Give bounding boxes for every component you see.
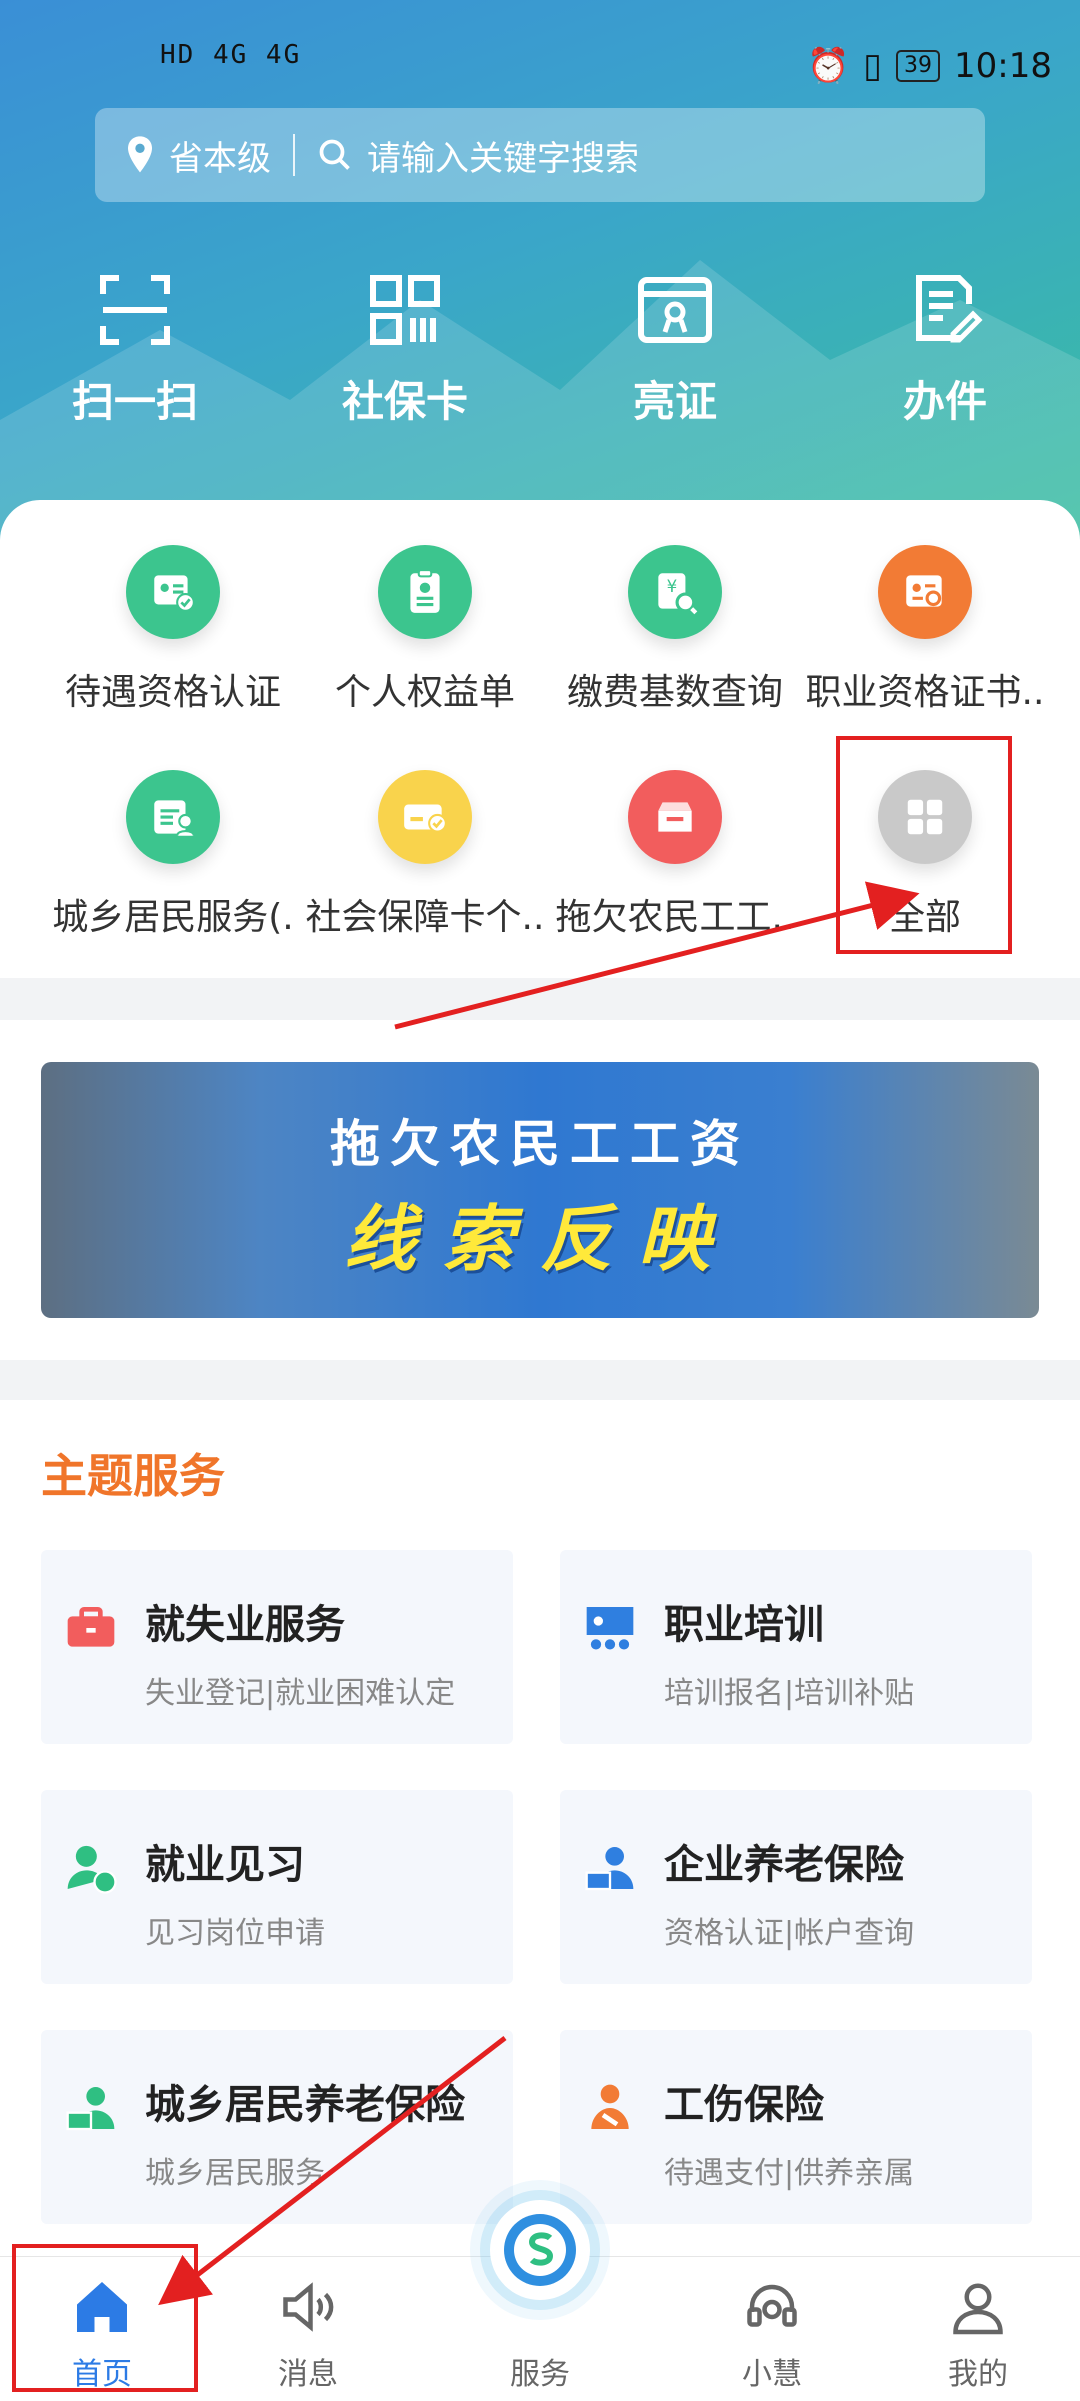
tile-title: 企业养老保险	[664, 1842, 904, 1888]
tab-assistant[interactable]: 小慧	[682, 2257, 862, 2401]
injured-worker-icon	[591, 2084, 629, 2129]
qr-card-icon	[370, 275, 440, 345]
quick-action-label: 亮证	[632, 377, 717, 426]
service-label: 职业资格证书..	[805, 672, 1045, 713]
topic-tile-work-injury[interactable]: 工伤保险 待遇支付|供养亲属	[560, 2030, 1032, 2224]
quick-action-label: 扫一扫	[71, 377, 198, 426]
tile-title: 就业见习	[145, 1842, 305, 1888]
service-label: 缴费基数查询	[566, 672, 783, 713]
tile-title: 工伤保险	[664, 2082, 824, 2128]
tile-title: 职业培训	[664, 1602, 824, 1648]
resident-worker-icon	[66, 2087, 115, 2131]
bill-search-icon: ¥	[628, 545, 722, 639]
alarm-icon: ⏰	[806, 46, 850, 86]
vibrate-icon: ▯	[863, 46, 883, 86]
location-pin-icon	[128, 136, 152, 173]
inbox-report-icon	[628, 770, 722, 864]
search-divider	[293, 134, 295, 176]
tab-label: 小慧	[742, 2357, 802, 2392]
tile-subtitle: 见习岗位申请	[145, 1916, 325, 1951]
user-icon	[953, 2283, 1003, 2335]
tile-subtitle: 城乡居民服务	[145, 2156, 325, 2191]
annotation-highlight-all	[836, 736, 1012, 954]
annotation-highlight-home	[12, 2244, 198, 2392]
tab-messages[interactable]: 消息	[218, 2257, 398, 2401]
topic-tile-enterprise-pension[interactable]: 企业养老保险 资格认证|帐户查询	[560, 1790, 1032, 1984]
tab-label: 服务	[510, 2357, 570, 2392]
search-bar[interactable]: 省本级 请输入关键字搜索	[95, 108, 985, 202]
service-contribution-base[interactable]: ¥ 缴费基数查询	[540, 545, 810, 715]
training-icon	[586, 1607, 634, 1650]
tile-subtitle: 待遇支付|供养亲属	[664, 2156, 915, 2191]
certificate-icon	[638, 277, 712, 343]
service-label: 拖欠农民工工..	[555, 897, 795, 938]
svg-text:¥: ¥	[667, 577, 678, 596]
topic-tile-employment[interactable]: 就失业服务 失业登记|就业困难认定	[41, 1550, 513, 1744]
service-label: 城乡居民服务(.	[52, 897, 294, 938]
briefcase-icon	[67, 1607, 115, 1647]
clock: 10:18	[954, 46, 1052, 86]
tab-profile[interactable]: 我的	[888, 2257, 1068, 2401]
service-urban-rural[interactable]: 城乡居民服务(.	[38, 770, 308, 940]
social-security-logo-icon	[504, 2214, 576, 2286]
intern-person-icon	[67, 1845, 117, 1894]
tab-label: 我的	[948, 2357, 1008, 2392]
banner-section: 拖欠农民工工资 线索反映	[0, 1020, 1080, 1360]
service-qualification-auth[interactable]: 待遇资格认证	[38, 545, 308, 715]
search-input[interactable]: 请输入关键字搜索	[317, 131, 639, 180]
tile-title: 城乡居民养老保险	[145, 2082, 465, 2128]
tile-subtitle: 失业登记|就业困难认定	[145, 1676, 456, 1711]
battery-indicator: 39	[896, 50, 941, 82]
topic-tile-internship[interactable]: 就业见习 见习岗位申请	[41, 1790, 513, 1984]
edit-document-icon	[916, 275, 983, 343]
location-label: 省本级	[169, 138, 271, 179]
quick-action-label: 办件	[902, 377, 987, 426]
services-center-button[interactable]	[490, 2200, 590, 2300]
quick-action-certificate[interactable]: 亮证	[585, 270, 765, 429]
tile-subtitle: 资格认证|帐户查询	[664, 1916, 915, 1951]
signal-indicators: HD 4G 4G	[160, 40, 302, 70]
card-check-icon	[378, 770, 472, 864]
location-selector[interactable]: 省本级	[123, 131, 271, 180]
section-title: 主题服务	[41, 1449, 225, 1503]
quick-action-label: 社保卡	[341, 377, 468, 426]
scan-icon	[100, 275, 170, 345]
search-icon	[319, 139, 350, 170]
headset-icon	[747, 2284, 797, 2327]
service-vocational-certificate[interactable]: 职业资格证书..	[790, 545, 1060, 715]
certificate-search-icon	[878, 545, 972, 639]
enterprise-worker-icon	[585, 1847, 634, 1891]
topic-tile-resident-pension[interactable]: 城乡居民养老保险 城乡居民服务	[41, 2030, 513, 2224]
service-label: 社会保障卡个..	[305, 897, 545, 938]
service-social-security-card[interactable]: 社会保障卡个..	[290, 770, 560, 940]
topic-tile-training[interactable]: 职业培训 培训报名|培训补贴	[560, 1550, 1032, 1744]
tab-label: 消息	[278, 2357, 338, 2392]
service-label: 待遇资格认证	[64, 672, 281, 713]
topic-services-section: 主题服务 就失业服务 失业登记|就业困难认定 职业培训 培训报名|培训补贴 就业…	[0, 1400, 1080, 2260]
tile-subtitle: 培训报名|培训补贴	[664, 1676, 915, 1711]
id-card-check-icon	[126, 545, 220, 639]
banner-headline: 拖欠农民工工资	[330, 1114, 750, 1173]
speaker-icon	[283, 2282, 334, 2332]
resident-card-icon	[126, 770, 220, 864]
promo-banner[interactable]: 拖欠农民工工资 线索反映	[41, 1062, 1039, 1318]
tile-title: 就失业服务	[145, 1602, 345, 1648]
clipboard-person-icon	[378, 545, 472, 639]
banner-subheadline: 线索反映	[343, 1196, 736, 1281]
quick-action-applications[interactable]: 办件	[855, 270, 1035, 429]
service-personal-rights[interactable]: 个人权益单	[290, 545, 560, 715]
quick-action-social-card[interactable]: 社保卡	[315, 270, 495, 429]
quick-action-scan[interactable]: 扫一扫	[45, 270, 225, 429]
service-label: 个人权益单	[334, 672, 515, 713]
service-unpaid-wages[interactable]: 拖欠农民工工..	[540, 770, 810, 940]
search-placeholder: 请输入关键字搜索	[367, 138, 639, 179]
